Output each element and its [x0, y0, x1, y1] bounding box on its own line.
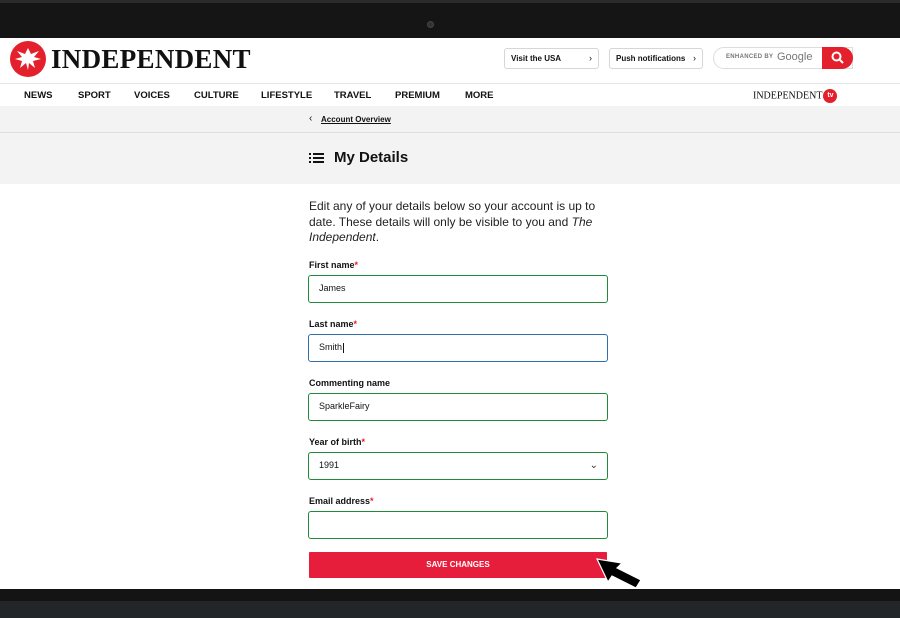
search-enhanced-label: ENHANCED BY	[726, 54, 774, 60]
main-nav: NEWS SPORT VOICES CULTURE LIFESTYLE TRAV…	[0, 84, 900, 106]
search-button[interactable]	[822, 47, 853, 69]
device-bezel-bottom	[0, 589, 900, 618]
nav-item-sport[interactable]: SPORT	[78, 90, 111, 101]
commenting-name-label-text: Commenting name	[309, 378, 391, 388]
page-title: My Details	[334, 149, 409, 166]
chevron-right-icon: ›	[589, 53, 592, 63]
push-notifications-button[interactable]: Push notifications ›	[609, 48, 703, 69]
commenting-name-value: SparkleFairy	[319, 401, 370, 411]
first-name-label: First name*	[309, 260, 358, 270]
masthead: INDEPENDENT Visit the USA › Push notific…	[0, 38, 900, 84]
independent-tv-label: INDEPENDENT	[753, 90, 823, 102]
camera-icon	[427, 21, 434, 28]
nav-item-news[interactable]: NEWS	[24, 90, 53, 101]
chevron-down-icon: ⌄	[589, 460, 598, 471]
year-of-birth-label: Year of birth*	[309, 437, 365, 447]
year-of-birth-select[interactable]: 1991 ⌄	[308, 452, 608, 480]
intro-body: Edit any of your details below so your a…	[309, 199, 596, 229]
independent-tv-link[interactable]: INDEPENDENT tv	[753, 89, 838, 103]
site-logo[interactable]: INDEPENDENT	[10, 41, 251, 77]
search-provider-label: Google	[777, 51, 813, 63]
email-address-label-text: Email address	[309, 496, 371, 506]
required-mark: *	[354, 260, 359, 270]
required-mark: *	[353, 319, 358, 329]
list-icon	[309, 153, 324, 163]
last-name-field[interactable]: Smith	[308, 334, 608, 362]
last-name-label-text: Last name	[309, 319, 354, 329]
year-of-birth-value: 1991	[319, 460, 340, 470]
required-mark: *	[370, 496, 374, 506]
year-of-birth-label-text: Year of birth	[309, 437, 362, 447]
device-bezel-top	[0, 0, 900, 38]
browser-screen: INDEPENDENT Visit the USA › Push notific…	[0, 38, 900, 589]
nav-item-lifestyle[interactable]: LIFESTYLE	[261, 90, 312, 101]
push-notifications-label: Push notifications	[616, 54, 686, 63]
chevron-left-icon: ‹	[309, 113, 313, 124]
pointer-cursor-icon	[596, 558, 642, 589]
visit-usa-button[interactable]: Visit the USA ›	[504, 48, 599, 69]
email-address-label: Email address*	[309, 496, 374, 506]
required-mark: *	[361, 437, 366, 447]
commenting-name-field[interactable]: SparkleFairy	[308, 393, 608, 421]
first-name-field[interactable]: James	[308, 275, 608, 303]
eagle-logo-icon	[10, 41, 46, 77]
save-changes-button[interactable]: SAVE CHANGES	[309, 552, 607, 578]
nav-item-more[interactable]: MORE	[465, 90, 494, 101]
nav-item-travel[interactable]: TRAVEL	[334, 90, 371, 101]
nav-item-voices[interactable]: VOICES	[134, 90, 170, 101]
logo-wordmark: INDEPENDENT	[51, 44, 251, 74]
chevron-right-icon: ›	[693, 53, 696, 63]
tv-badge-icon: tv	[823, 89, 838, 103]
last-name-label: Last name*	[309, 319, 357, 329]
intro-text: Edit any of your details below so your a…	[309, 199, 599, 246]
account-subheader: ‹ Account Overview My Details	[0, 106, 900, 184]
search-icon	[831, 51, 844, 64]
visit-usa-label: Visit the USA	[511, 54, 562, 63]
nav-item-culture[interactable]: CULTURE	[194, 90, 239, 101]
first-name-value: James	[319, 283, 346, 293]
nav-item-premium[interactable]: PREMIUM	[395, 90, 440, 101]
intro-end: .	[375, 230, 380, 244]
breadcrumb-account-overview[interactable]: Account Overview	[321, 115, 391, 124]
commenting-name-label: Commenting name	[309, 378, 390, 388]
first-name-label-text: First name	[309, 260, 355, 270]
email-field[interactable]	[308, 511, 608, 539]
divider	[0, 132, 900, 133]
text-caret	[343, 342, 345, 353]
last-name-value: Smith	[319, 342, 343, 352]
